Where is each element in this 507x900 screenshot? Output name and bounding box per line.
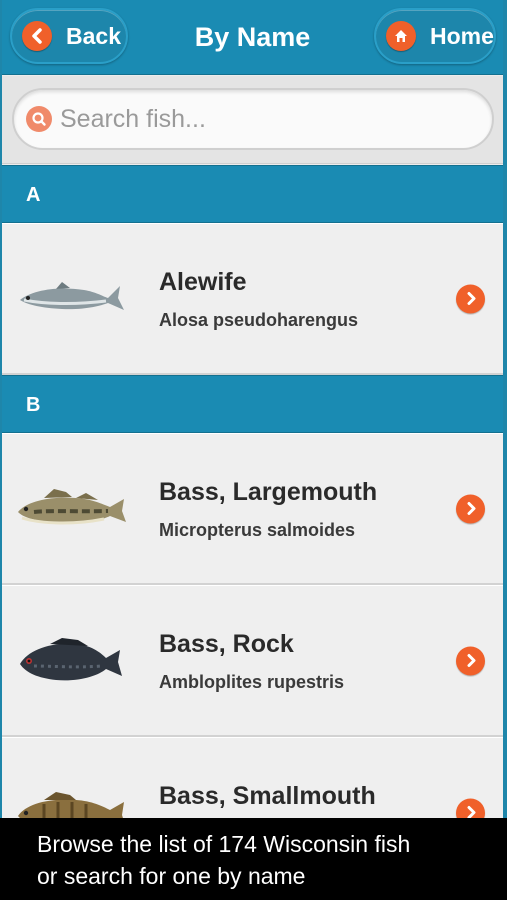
back-button[interactable]: Back [10, 8, 128, 64]
search-field[interactable] [12, 88, 494, 150]
fish-name: Bass, Largemouth [159, 478, 378, 506]
rock-bass-image [14, 636, 128, 686]
fish-scientific-name: Alosa pseudoharengus [159, 310, 359, 330]
chevron-right-icon [456, 494, 485, 523]
chevron-right-icon [456, 798, 485, 818]
largemouth-bass-image [14, 484, 128, 534]
back-button-label: Back [66, 22, 121, 49]
header-bar: Back By Name Home [2, 0, 503, 75]
search-icon [26, 106, 52, 132]
fish-name: Bass, Rock [159, 630, 294, 658]
caption-line-2: or search for one by name [37, 863, 306, 889]
home-button-label: Home [430, 22, 494, 49]
chevron-right-icon [456, 646, 485, 675]
list-item[interactable]: Alewife Alosa pseudoharengus [2, 223, 503, 375]
chevron-right-icon [456, 284, 485, 313]
fish-name: Alewife [159, 268, 247, 296]
list-item[interactable]: Bass, Smallmouth [2, 737, 503, 818]
list-item[interactable]: Bass, Largemouth Micropterus salmoides [2, 433, 503, 585]
fish-name: Bass, Smallmouth [159, 782, 376, 810]
back-arrow-icon [22, 21, 52, 51]
promo-caption: Browse the list of 174 Wisconsin fish or… [0, 818, 507, 900]
caption-line-1: Browse the list of 174 Wisconsin fish [37, 831, 411, 857]
home-icon [386, 21, 416, 51]
search-input[interactable] [60, 104, 460, 134]
fish-list: A Alewife Alosa pseudoharengus B Bass, L… [2, 165, 503, 818]
section-header-b: B [2, 375, 503, 433]
smallmouth-bass-image [14, 788, 128, 818]
home-button[interactable]: Home [374, 8, 496, 64]
search-bar [2, 76, 503, 164]
fish-scientific-name: Ambloplites rupestris [159, 672, 345, 692]
alewife-image [14, 274, 128, 324]
fish-scientific-name: Micropterus salmoides [159, 520, 356, 540]
section-header-a: A [2, 165, 503, 223]
list-item[interactable]: Bass, Rock Ambloplites rupestris [2, 585, 503, 737]
app-screen: Back By Name Home A [0, 0, 507, 818]
